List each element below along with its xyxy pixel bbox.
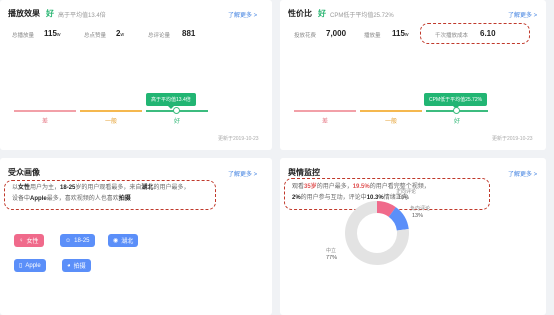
tag-label: 女性	[26, 239, 39, 245]
learn-more-link[interactable]: 了解更多 >	[508, 169, 537, 178]
stat-label: 投放花费	[294, 33, 317, 39]
level-bar-poor	[294, 110, 356, 112]
stat-label: 总点赞量	[84, 33, 107, 39]
level-label-poor: 差	[321, 119, 328, 125]
rating-flag: 好	[46, 9, 54, 18]
level-label-poor: 差	[41, 119, 48, 125]
stat-value: 6.10	[480, 29, 496, 38]
card-audience-profile: 受众画像 了解更多 > 以女性用户为主，18-25岁的用户观看最多，来自湖北的用…	[0, 158, 272, 315]
sentiment-pie-chart	[345, 201, 409, 265]
level-bar-poor	[14, 110, 76, 112]
rating-subtitle: 高于平均值13.4倍	[58, 13, 106, 19]
stat-label: 播放量	[364, 33, 381, 39]
stat-label: 总播放量	[12, 33, 35, 39]
tag-label: 湖北	[121, 239, 134, 245]
level-bar-average	[80, 110, 142, 112]
tag-region[interactable]: ◉ 湖北	[108, 234, 139, 247]
rating-tooltip: CPM低于平均值25.72%	[424, 93, 488, 109]
tag-device[interactable]: ▯ Apple	[14, 259, 46, 272]
user-icon: ☺	[65, 237, 72, 244]
phone-icon: ▯	[19, 263, 23, 269]
audience-description: 以女性用户为主，18-25岁的用户观看最多，来自湖北的用户最多， 设备中Appl…	[12, 185, 190, 202]
rating-tooltip: 高于平均值13.4倍	[146, 93, 196, 109]
card-cost-performance: 性价比 好 CPM低于平均值25.72% 了解更多 > 投放花费 7,000 播…	[280, 0, 546, 150]
location-icon: ◉	[113, 238, 119, 244]
card-play-effect: 播放效果 好 高于平均值13.4倍 了解更多 > 总播放量 115w 总点赞量 …	[0, 0, 272, 150]
pie-value-neutral: 77%	[326, 255, 338, 261]
learn-more-link[interactable]: 了解更多 >	[228, 10, 257, 19]
tag-label: 拍摄	[73, 264, 86, 270]
pie-value-positive: 10%	[398, 195, 410, 201]
learn-more-link[interactable]: 了解更多 >	[508, 10, 537, 19]
stat-value: 2w	[116, 29, 125, 38]
updated-time: 更新于2019-10-23	[218, 136, 259, 142]
stat-value: 115w	[44, 29, 61, 38]
stat-value: 7,000	[326, 29, 347, 38]
updated-time: 更新于2019-10-23	[492, 136, 533, 142]
tag-interest[interactable]: ◕ 拍摄	[62, 259, 91, 272]
stat-label: 总评论量	[148, 33, 171, 39]
level-label-average: 一般	[104, 119, 117, 125]
tag-label: 18-25	[74, 237, 90, 244]
stat-value: 115w	[392, 29, 409, 38]
rating-subtitle: CPM低于平均值25.72%	[330, 13, 394, 19]
level-label-average: 一般	[384, 119, 397, 125]
pie-value-negative: 13%	[412, 213, 424, 219]
pie-label-negative: 负向评论	[410, 206, 431, 212]
tag-label: Apple	[25, 262, 41, 269]
tag-age[interactable]: ☺ 18-25	[60, 234, 95, 247]
level-bar-average	[360, 110, 422, 112]
card-sentiment-monitor: 舆情监控 了解更多 > 观看35岁的用户最多，19.5%的用户看完整个视频， 2…	[280, 158, 546, 315]
level-label-good: 好	[173, 119, 180, 125]
female-icon: ♀	[19, 237, 24, 244]
level-marker	[453, 107, 460, 114]
level-marker	[173, 107, 180, 114]
pie-label-neutral: 中立	[326, 248, 337, 254]
card-title: 播放效果	[8, 9, 40, 18]
stat-label: 千次播放成本	[435, 33, 469, 39]
tag-gender[interactable]: ♀ 女性	[14, 234, 44, 247]
pie-label-positive: 正向评论	[396, 189, 417, 195]
card-title: 受众画像	[8, 168, 40, 177]
level-label-good: 好	[453, 119, 460, 125]
learn-more-link[interactable]: 了解更多 >	[228, 169, 257, 178]
rating-flag: 好	[318, 9, 326, 18]
stat-value: 881	[182, 29, 196, 38]
card-title: 性价比	[288, 9, 312, 18]
interest-icon: ◕	[67, 262, 71, 269]
card-title: 舆情监控	[288, 168, 320, 177]
